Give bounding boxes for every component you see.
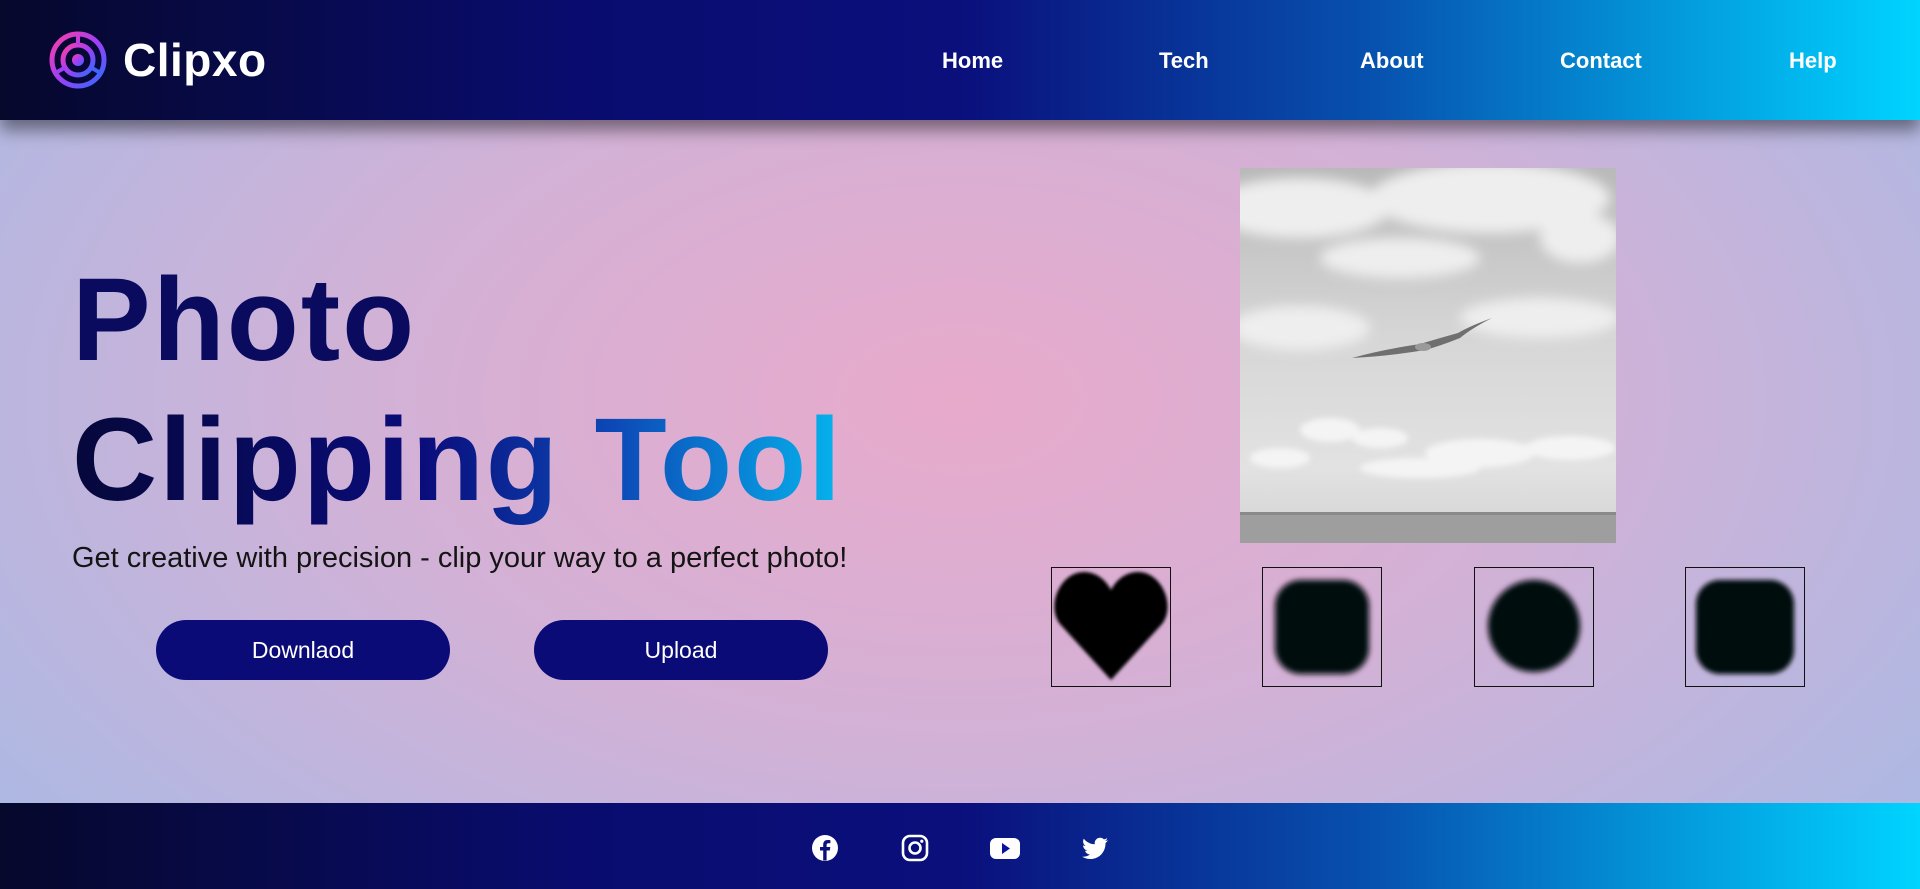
instagram-link[interactable]	[900, 833, 930, 863]
hero-title-line2: Clipping Tool	[72, 394, 843, 526]
image-preview	[1240, 168, 1616, 543]
facebook-link[interactable]	[810, 833, 840, 863]
youtube-icon	[990, 838, 1020, 859]
circle-shape-option[interactable]	[1474, 567, 1594, 687]
rounded-square-shape-icon-2	[1696, 580, 1794, 674]
instagram-icon	[901, 834, 929, 862]
hero-subtitle: Get creative with precision - clip your …	[72, 542, 848, 574]
nav-contact[interactable]: Contact	[1560, 48, 1642, 74]
rounded-square-shape-icon	[1275, 580, 1369, 674]
facebook-icon	[812, 835, 838, 861]
twitter-link[interactable]	[1080, 833, 1110, 863]
rounded-square-shape-option-2[interactable]	[1685, 567, 1805, 687]
twitter-icon	[1082, 837, 1108, 859]
nav-home[interactable]: Home	[942, 48, 1003, 74]
aperture-logo-icon	[49, 31, 107, 89]
footer	[0, 803, 1920, 889]
nav-about[interactable]: About	[1360, 48, 1424, 74]
nav-help[interactable]: Help	[1789, 48, 1837, 74]
top-navbar: Clipxo Home Tech About Contact Help	[0, 0, 1920, 120]
hero-title-line1: Photo	[72, 254, 417, 386]
rounded-square-shape-option[interactable]	[1262, 567, 1382, 687]
brand-name: Clipxo	[123, 34, 267, 86]
youtube-link[interactable]	[989, 833, 1020, 863]
grayscale-sky-bird-image	[1240, 168, 1616, 543]
hero-title: Photo Clipping Tool	[72, 250, 843, 530]
heart-shape-option[interactable]	[1051, 567, 1171, 687]
upload-button[interactable]: Upload	[534, 620, 828, 680]
brand[interactable]: Clipxo	[47, 30, 267, 90]
nav-tech[interactable]: Tech	[1159, 48, 1209, 74]
heart-shape-icon	[1054, 572, 1168, 680]
circle-shape-icon	[1488, 580, 1580, 672]
download-button[interactable]: Downlaod	[156, 620, 450, 680]
